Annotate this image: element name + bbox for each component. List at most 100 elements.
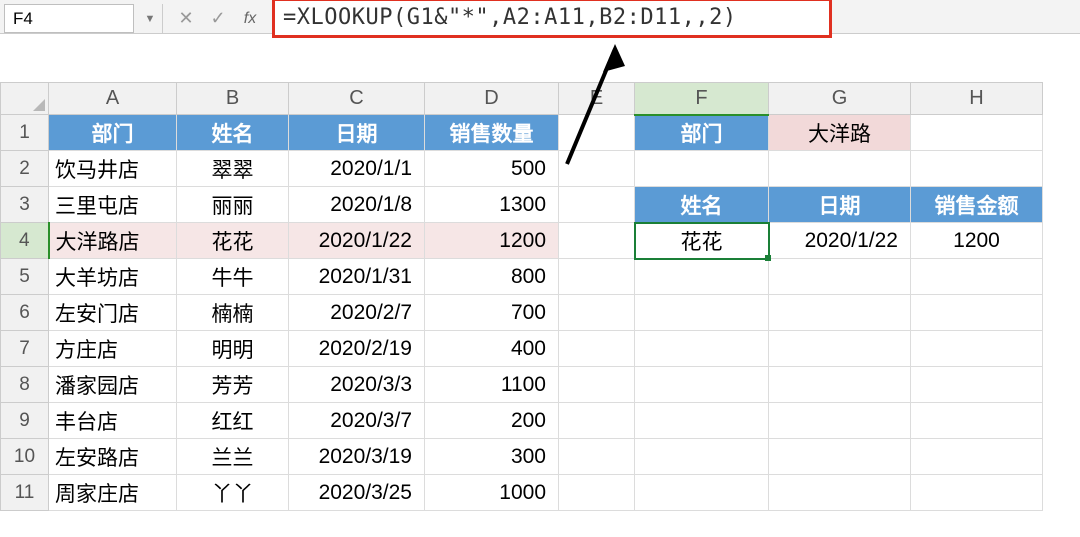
column-header-B[interactable]: B [177, 83, 289, 115]
cell-A11[interactable]: 周家庄店 [49, 475, 177, 511]
cell-D10[interactable]: 300 [425, 439, 559, 475]
cell-A1[interactable]: 部门 [49, 115, 177, 151]
row-header-6[interactable]: 6 [1, 295, 49, 331]
name-box[interactable]: F4 [4, 4, 134, 33]
cell-B6[interactable]: 楠楠 [177, 295, 289, 331]
cell-E6[interactable] [559, 295, 635, 331]
column-header-F[interactable]: F [635, 83, 769, 115]
cell-F9[interactable] [635, 403, 769, 439]
cell-C9[interactable]: 2020/3/7 [289, 403, 425, 439]
cell-B1[interactable]: 姓名 [177, 115, 289, 151]
cell-E10[interactable] [559, 439, 635, 475]
cell-B3[interactable]: 丽丽 [177, 187, 289, 223]
cell-A4[interactable]: 大洋路店 [49, 223, 177, 259]
cell-B9[interactable]: 红红 [177, 403, 289, 439]
cell-D4[interactable]: 1200 [425, 223, 559, 259]
cell-A6[interactable]: 左安门店 [49, 295, 177, 331]
cell-A9[interactable]: 丰台店 [49, 403, 177, 439]
cell-F6[interactable] [635, 295, 769, 331]
cell-A8[interactable]: 潘家园店 [49, 367, 177, 403]
cell-H5[interactable] [911, 259, 1043, 295]
cell-C8[interactable]: 2020/3/3 [289, 367, 425, 403]
row-header-5[interactable]: 5 [1, 259, 49, 295]
cell-E11[interactable] [559, 475, 635, 511]
row-header-8[interactable]: 8 [1, 367, 49, 403]
cell-F5[interactable] [635, 259, 769, 295]
row-header-10[interactable]: 10 [1, 439, 49, 475]
cell-C6[interactable]: 2020/2/7 [289, 295, 425, 331]
cell-C3[interactable]: 2020/1/8 [289, 187, 425, 223]
cell-E4[interactable] [559, 223, 635, 259]
cell-H7[interactable] [911, 331, 1043, 367]
cell-A10[interactable]: 左安路店 [49, 439, 177, 475]
cell-H4[interactable]: 1200 [911, 223, 1043, 259]
cell-C10[interactable]: 2020/3/19 [289, 439, 425, 475]
cell-F1[interactable]: 部门 [635, 115, 769, 151]
row-header-4[interactable]: 4 [1, 223, 49, 259]
cell-G1[interactable]: 大洋路 [769, 115, 911, 151]
select-all-corner[interactable] [1, 83, 49, 115]
column-header-C[interactable]: C [289, 83, 425, 115]
cell-C2[interactable]: 2020/1/1 [289, 151, 425, 187]
row-header-9[interactable]: 9 [1, 403, 49, 439]
cell-D9[interactable]: 200 [425, 403, 559, 439]
cell-H6[interactable] [911, 295, 1043, 331]
cell-A5[interactable]: 大羊坊店 [49, 259, 177, 295]
cell-F7[interactable] [635, 331, 769, 367]
cell-B11[interactable]: 丫丫 [177, 475, 289, 511]
cell-F3[interactable]: 姓名 [635, 187, 769, 223]
cell-G10[interactable] [769, 439, 911, 475]
cell-C5[interactable]: 2020/1/31 [289, 259, 425, 295]
cell-H9[interactable] [911, 403, 1043, 439]
cell-H1[interactable] [911, 115, 1043, 151]
column-header-G[interactable]: G [769, 83, 911, 115]
cell-E3[interactable] [559, 187, 635, 223]
cell-D3[interactable]: 1300 [425, 187, 559, 223]
cell-D7[interactable]: 400 [425, 331, 559, 367]
row-header-11[interactable]: 11 [1, 475, 49, 511]
cell-D1[interactable]: 销售数量 [425, 115, 559, 151]
cell-D5[interactable]: 800 [425, 259, 559, 295]
formula-input[interactable]: =XLOOKUP(G1&"*",A2:A11,B2:D11,,2) [272, 0, 832, 38]
cell-G6[interactable] [769, 295, 911, 331]
cell-C7[interactable]: 2020/2/19 [289, 331, 425, 367]
cell-H8[interactable] [911, 367, 1043, 403]
cell-H3[interactable]: 销售金额 [911, 187, 1043, 223]
cell-C1[interactable]: 日期 [289, 115, 425, 151]
column-header-E[interactable]: E [559, 83, 635, 115]
cancel-icon[interactable]: ✕ [170, 4, 202, 33]
row-header-3[interactable]: 3 [1, 187, 49, 223]
cell-A3[interactable]: 三里屯店 [49, 187, 177, 223]
cell-B5[interactable]: 牛牛 [177, 259, 289, 295]
cell-B2[interactable]: 翠翠 [177, 151, 289, 187]
cell-A7[interactable]: 方庄店 [49, 331, 177, 367]
cell-G5[interactable] [769, 259, 911, 295]
confirm-icon[interactable]: ✓ [202, 4, 234, 33]
cell-E1[interactable] [559, 115, 635, 151]
cell-D8[interactable]: 1100 [425, 367, 559, 403]
cell-D6[interactable]: 700 [425, 295, 559, 331]
cell-E5[interactable] [559, 259, 635, 295]
row-header-1[interactable]: 1 [1, 115, 49, 151]
name-box-dropdown[interactable]: ▼ [140, 4, 160, 33]
row-header-7[interactable]: 7 [1, 331, 49, 367]
cell-H10[interactable] [911, 439, 1043, 475]
cell-F2[interactable] [635, 151, 769, 187]
cell-E9[interactable] [559, 403, 635, 439]
cell-E8[interactable] [559, 367, 635, 403]
cell-E7[interactable] [559, 331, 635, 367]
column-header-D[interactable]: D [425, 83, 559, 115]
cell-C4[interactable]: 2020/1/22 [289, 223, 425, 259]
cell-G8[interactable] [769, 367, 911, 403]
cell-C11[interactable]: 2020/3/25 [289, 475, 425, 511]
cell-H2[interactable] [911, 151, 1043, 187]
cell-A2[interactable]: 饮马井店 [49, 151, 177, 187]
cell-G11[interactable] [769, 475, 911, 511]
cell-G3[interactable]: 日期 [769, 187, 911, 223]
cell-B10[interactable]: 兰兰 [177, 439, 289, 475]
cell-B8[interactable]: 芳芳 [177, 367, 289, 403]
cell-D11[interactable]: 1000 [425, 475, 559, 511]
cell-B4[interactable]: 花花 [177, 223, 289, 259]
column-header-A[interactable]: A [49, 83, 177, 115]
row-header-2[interactable]: 2 [1, 151, 49, 187]
